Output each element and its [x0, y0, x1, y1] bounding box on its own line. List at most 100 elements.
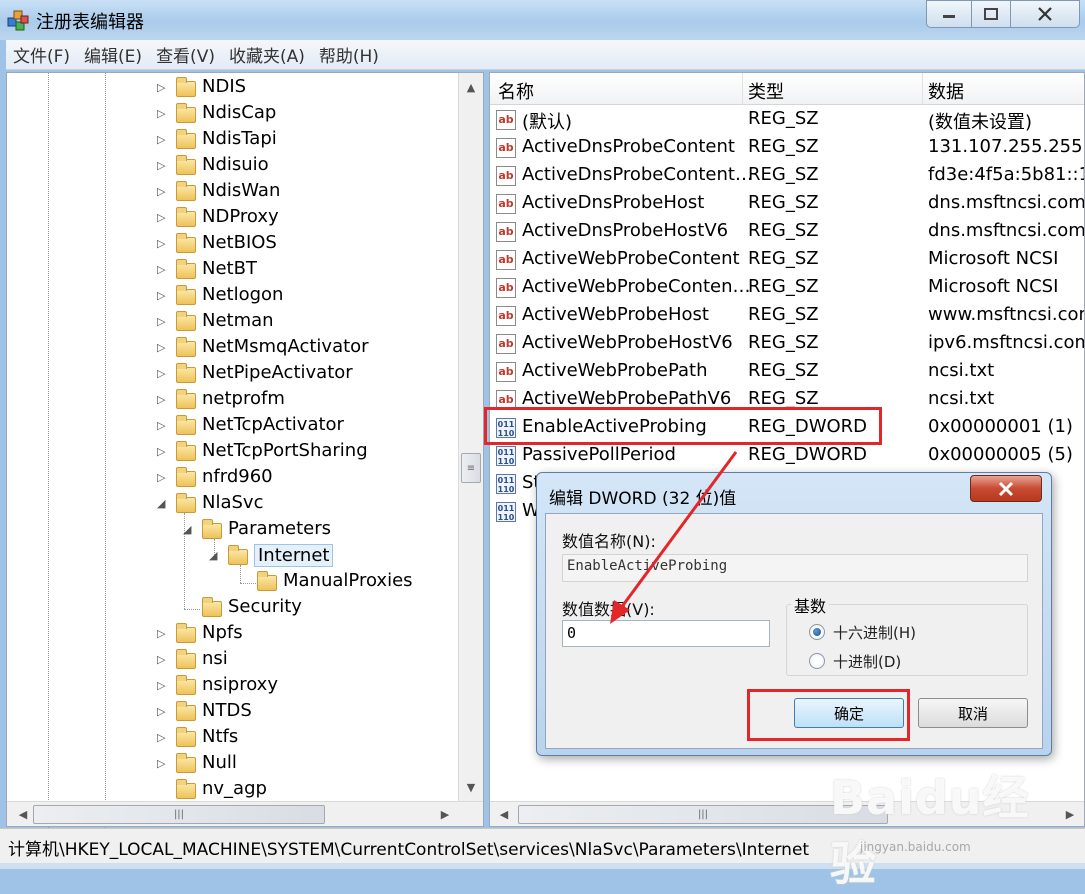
tree-collapse-icon[interactable]: ◢ — [183, 524, 195, 536]
cell-type: REG_SZ — [748, 136, 819, 157]
close-button[interactable] — [1010, 0, 1080, 28]
tree-expand-icon[interactable]: ▷ — [157, 706, 169, 718]
tree-expand-icon[interactable]: ▷ — [157, 316, 169, 328]
tree-expand-icon[interactable]: ▷ — [157, 394, 169, 406]
tree-collapse-icon[interactable]: ◢ — [209, 550, 221, 562]
tree-expand-icon[interactable]: ▷ — [157, 186, 169, 198]
list-row[interactable]: ab (默认) REG_SZ (数值未设置) — [490, 106, 1084, 134]
menu-file[interactable]: 文件(F) — [6, 42, 77, 67]
tree-item[interactable]: ▷ nfrd960 — [7, 465, 457, 491]
list-row[interactable]: ab ActiveDnsProbeContent REG_SZ 131.107.255… — [490, 134, 1084, 162]
list-row[interactable]: ab ActiveWebProbeContent REG_SZ Microsoft N… — [490, 246, 1084, 274]
tree-item[interactable]: ▷ NdisCap — [7, 101, 457, 127]
list-row[interactable]: ab ActiveWebProbeHostV6 REG_SZ ipv6.msftncs… — [490, 330, 1084, 358]
radio-decimal-label[interactable]: 十进制(D) — [833, 651, 901, 672]
annotation-box-ok — [747, 689, 910, 741]
tree-item[interactable]: ManualProxies — [7, 569, 457, 595]
tree-item[interactable]: ▷ NetBT — [7, 257, 457, 283]
list-row[interactable]: ab ActiveWebProbeHost REG_SZ www.msftncsi.c… — [490, 302, 1084, 330]
menu-favorites[interactable]: 收藏夹(A) — [222, 42, 312, 67]
tree-item[interactable]: ▷ Npfs — [7, 621, 457, 647]
list-row[interactable]: ab ActiveWebProbeConten… REG_SZ Microsoft N… — [490, 274, 1084, 302]
tree-expand-icon[interactable]: ▷ — [157, 134, 169, 146]
scroll-down-icon[interactable]: ▼ — [461, 777, 481, 797]
tree-item[interactable]: ▷ NetPipeActivator — [7, 361, 457, 387]
tree-expand-icon[interactable]: ▷ — [157, 342, 169, 354]
tree-item[interactable]: ▷ NetTcpPortSharing — [7, 439, 457, 465]
list-row[interactable]: ab ActiveDnsProbeContent… REG_SZ fd3e:4f5a:… — [490, 162, 1084, 190]
tree-item[interactable]: ▷ NetMsmqActivator — [7, 335, 457, 361]
tree-item[interactable]: ▷ Ndisuio — [7, 153, 457, 179]
scroll-up-icon[interactable]: ▲ — [461, 77, 481, 97]
tree-expand-icon[interactable]: ▷ — [157, 290, 169, 302]
tree-expand-icon[interactable]: ▷ — [157, 472, 169, 484]
list-row[interactable]: 011 110 PassivePollPeriod REG_DWORD 0x000000… — [490, 442, 1084, 470]
tree-item[interactable]: ▷ nsi — [7, 647, 457, 673]
tree-expand-icon[interactable]: ▷ — [157, 446, 169, 458]
tree-expand-icon[interactable]: ▷ — [157, 108, 169, 120]
tree-item[interactable]: Security — [7, 595, 457, 621]
tree-item[interactable]: ▷ Ntfs — [7, 725, 457, 751]
radio-hex[interactable] — [809, 624, 825, 640]
list-row[interactable]: ab ActiveDnsProbeHost REG_SZ dns.msftncsi.c… — [490, 190, 1084, 218]
tree-vertical-scrollbar[interactable]: ▲ ≡ ▼ — [458, 73, 483, 801]
tree-item[interactable]: nv_agp — [7, 777, 457, 803]
tree-expand-icon[interactable]: ▷ — [157, 654, 169, 666]
tree-expand-icon[interactable]: ▷ — [157, 82, 169, 94]
tree-expand-icon[interactable]: ▷ — [157, 160, 169, 172]
tree-expand-icon[interactable]: ▷ — [157, 758, 169, 770]
tree-item[interactable]: ◢ Parameters — [7, 517, 457, 543]
column-name[interactable]: 名称 — [498, 78, 534, 104]
radio-decimal[interactable] — [809, 653, 825, 669]
list-row[interactable]: ab ActiveWebProbePath REG_SZ ncsi.txt — [490, 358, 1084, 386]
tree-expand-icon[interactable]: ▷ — [157, 680, 169, 692]
scroll-left-icon[interactable]: ◀ — [13, 804, 33, 824]
tree-expand-icon[interactable]: ▷ — [157, 368, 169, 380]
tree-item[interactable]: ▷ NDIS — [7, 75, 457, 101]
tree-horizontal-scrollbar[interactable]: ◀ ||| ▶ — [7, 801, 483, 826]
tree-expand-icon[interactable]: ▷ — [157, 212, 169, 224]
tree-item[interactable]: ▷ NdisWan — [7, 179, 457, 205]
scroll-left-icon[interactable]: ◀ — [494, 804, 514, 824]
tree-item[interactable]: ▷ NetTcpActivator — [7, 413, 457, 439]
tree-item-label: NetMsmqActivator — [202, 336, 369, 357]
column-divider[interactable] — [922, 73, 923, 105]
tree-item[interactable]: ▷ nsiproxy — [7, 673, 457, 699]
column-data[interactable]: 数据 — [928, 78, 964, 104]
tree-item[interactable]: ◢ Internet — [7, 543, 457, 569]
tree-item[interactable]: ▷ NetBIOS — [7, 231, 457, 257]
tree-expand-icon[interactable]: ▷ — [157, 732, 169, 744]
tree-expand-icon[interactable]: ▷ — [157, 420, 169, 432]
ab-string-icon: ab — [496, 250, 516, 270]
radio-hex-label[interactable]: 十六进制(H) — [833, 622, 916, 643]
maximize-button[interactable] — [971, 0, 1011, 28]
tree-item[interactable]: ▷ NDProxy — [7, 205, 457, 231]
column-type[interactable]: 类型 — [748, 78, 784, 104]
scroll-thumb[interactable]: ≡ — [461, 453, 481, 483]
menu-view[interactable]: 查看(V) — [149, 42, 222, 67]
tree-expand-icon[interactable]: ▷ — [157, 238, 169, 250]
tree-item[interactable]: ▷ Netman — [7, 309, 457, 335]
scroll-right-icon[interactable]: ▶ — [435, 804, 455, 824]
tree-item[interactable]: ▷ NTDS — [7, 699, 457, 725]
cancel-button[interactable]: 取消 — [918, 698, 1028, 728]
menu-edit[interactable]: 编辑(E) — [77, 42, 149, 67]
folder-icon — [176, 181, 196, 201]
tree-item[interactable]: ▷ Netlogon — [7, 283, 457, 309]
dialog-close-button[interactable] — [970, 475, 1042, 502]
menu-help[interactable]: 帮助(H) — [312, 42, 386, 67]
column-divider[interactable] — [742, 73, 743, 105]
registry-tree[interactable]: ▷ NDIS ▷ NdisCap ▷ NdisTapi ▷ Ndisuio ▷ NdisWan ▷ N… — [6, 72, 484, 828]
scroll-thumb[interactable]: ||| — [33, 805, 325, 824]
maximize-icon — [984, 8, 998, 20]
tree-expand-icon[interactable]: ▷ — [157, 628, 169, 640]
tree-item[interactable]: ▷ NdisTapi — [7, 127, 457, 153]
tree-expand-icon[interactable]: ▷ — [157, 264, 169, 276]
cell-data: 0x00000005 (5) — [928, 444, 1073, 465]
list-row[interactable]: ab ActiveDnsProbeHostV6 REG_SZ dns.msftncsi… — [490, 218, 1084, 246]
tree-item[interactable]: ▷ Null — [7, 751, 457, 777]
tree-item[interactable]: ▷ netprofm — [7, 387, 457, 413]
minimize-button[interactable] — [926, 0, 972, 28]
tree-collapse-icon[interactable]: ◢ — [157, 498, 169, 510]
tree-item[interactable]: ◢ NlaSvc — [7, 491, 457, 517]
